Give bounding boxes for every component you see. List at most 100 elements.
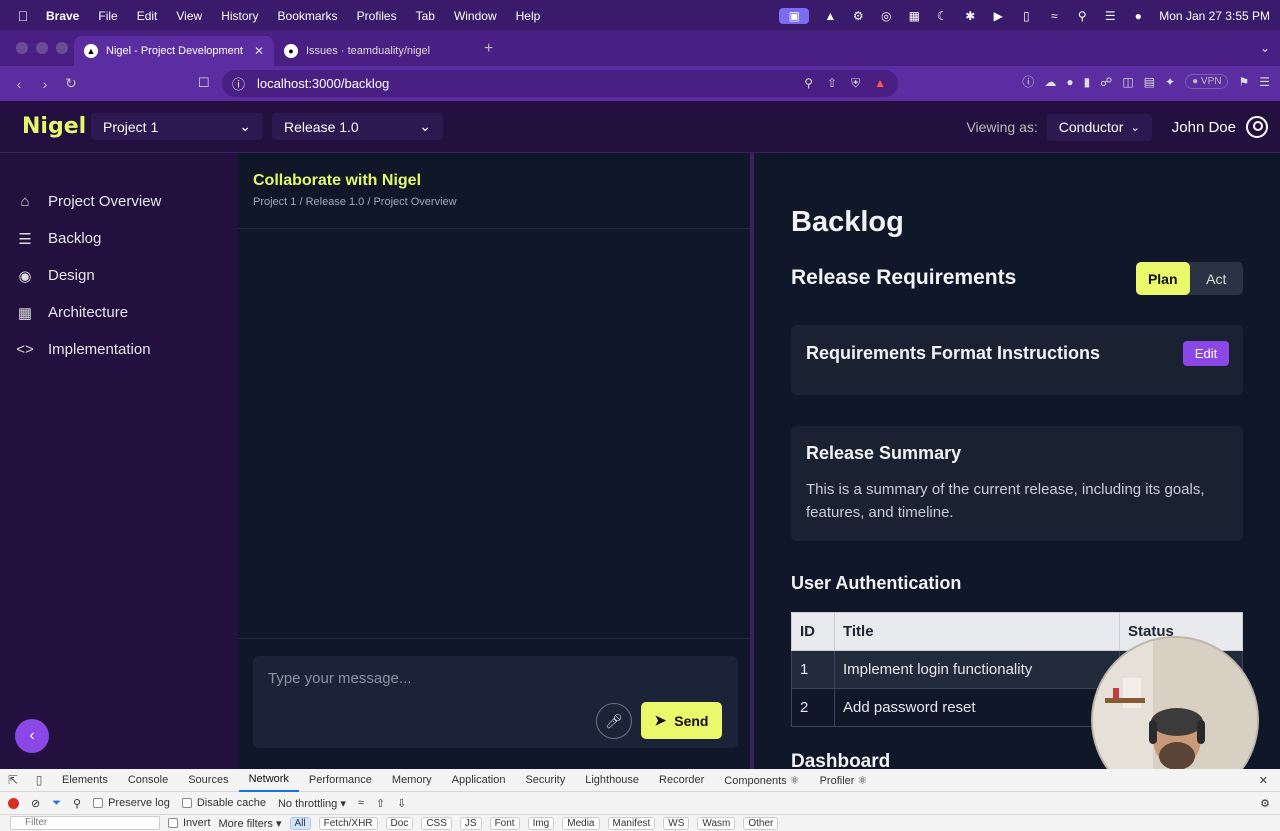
filter-chip-ws[interactable]: WS: [663, 816, 690, 830]
menu-window[interactable]: Window: [454, 9, 497, 23]
throttling-select[interactable]: No throttling ▾: [278, 797, 346, 810]
devtools-tab-recorder[interactable]: Recorder: [649, 769, 714, 792]
filter-chip-js[interactable]: JS: [459, 816, 482, 830]
devtools-tab-console[interactable]: Console: [118, 769, 178, 792]
zoom-window-button[interactable]: [56, 42, 68, 54]
siri-icon[interactable]: ●: [1131, 9, 1145, 23]
sidebar-item-backlog[interactable]: ☰ Backlog: [0, 220, 238, 257]
extensions-puzzle-icon[interactable]: ☍: [1100, 75, 1112, 89]
sidebar-item-architecture[interactable]: ▦ Architecture: [0, 294, 238, 331]
sidebar-item-implementation[interactable]: <> Implementation: [0, 331, 238, 368]
browser-tab-nigel[interactable]: ▲ Nigel - Project Development ✕: [74, 36, 274, 66]
column-header-title[interactable]: Title: [834, 612, 1120, 651]
send-button[interactable]: ➤ Send: [641, 702, 722, 739]
message-input[interactable]: [268, 670, 568, 687]
act-toggle-button[interactable]: Act: [1190, 262, 1244, 295]
share-icon[interactable]: ⇧: [827, 76, 837, 91]
address-bar[interactable]: ⓘ localhost:3000/backlog ⚲ ⇧ ⛨ ▲: [222, 70, 898, 97]
grammarly-icon[interactable]: ◎: [879, 9, 893, 23]
leo-icon[interactable]: ✦: [1165, 75, 1175, 89]
extension-4-icon[interactable]: ▮: [1084, 75, 1091, 89]
extension-2-icon[interactable]: ☁: [1044, 75, 1056, 89]
clear-icon[interactable]: ⊘: [31, 797, 40, 810]
grid-icon[interactable]: ▦: [907, 9, 921, 23]
menu-edit[interactable]: Edit: [137, 9, 158, 23]
filter-chip-wasm[interactable]: Wasm: [697, 816, 736, 830]
new-tab-button[interactable]: +: [474, 40, 493, 66]
close-devtools-icon[interactable]: ✕: [1259, 774, 1280, 787]
site-info-icon[interactable]: ⓘ: [232, 74, 245, 93]
apple-icon[interactable]: : [0, 8, 46, 24]
sidebar-item-design[interactable]: ◉ Design: [0, 257, 238, 294]
edit-button[interactable]: Edit: [1183, 341, 1229, 366]
vpn-button[interactable]: ● VPN: [1185, 74, 1229, 89]
menubar-clock[interactable]: Mon Jan 27 3:55 PM: [1159, 9, 1270, 23]
play-icon[interactable]: ▶: [991, 9, 1005, 23]
devtools-tab-components[interactable]: Components ⚛: [714, 769, 809, 792]
record-icon[interactable]: [8, 797, 19, 809]
device-toolbar-icon[interactable]: ▯: [26, 773, 52, 787]
plan-toggle-button[interactable]: Plan: [1136, 262, 1190, 295]
menu-profiles[interactable]: Profiles: [357, 9, 397, 23]
tab-search-chevron-icon[interactable]: ⌄: [1260, 41, 1270, 55]
devtools-tab-performance[interactable]: Performance: [299, 769, 382, 792]
devtools-tab-security[interactable]: Security: [515, 769, 575, 792]
url-text[interactable]: localhost:3000/backlog: [257, 76, 389, 91]
microphone-button[interactable]: 🎤︎: [596, 703, 632, 739]
sidebar-toggle-icon[interactable]: ◫: [1122, 75, 1133, 89]
search-icon[interactable]: ⚲: [1075, 9, 1089, 23]
battery-icon[interactable]: ▯: [1019, 9, 1033, 23]
extension-1-icon[interactable]: ⓘ: [1022, 73, 1034, 90]
menu-help[interactable]: Help: [516, 9, 541, 23]
bookmark-icon[interactable]: ☐: [198, 75, 210, 91]
reload-icon[interactable]: ↻: [58, 75, 84, 92]
bluetooth-icon[interactable]: ✱: [963, 9, 977, 23]
forward-icon[interactable]: ›: [32, 76, 58, 92]
filter-chip-doc[interactable]: Doc: [385, 816, 414, 830]
back-icon[interactable]: ‹: [6, 76, 32, 92]
network-settings-gear-icon[interactable]: ⚙: [1260, 797, 1280, 810]
menu-history[interactable]: History: [221, 9, 258, 23]
inspect-element-icon[interactable]: ⇱: [0, 773, 26, 787]
menu-view[interactable]: View: [176, 9, 202, 23]
menu-app-brave[interactable]: Brave: [46, 9, 79, 23]
network-conditions-icon[interactable]: ≈: [358, 797, 364, 809]
search-icon[interactable]: ⚲: [73, 797, 81, 810]
filter-chip-img[interactable]: Img: [527, 816, 555, 830]
filter-chip-media[interactable]: Media: [562, 816, 600, 830]
gear-icon[interactable]: ⚙: [851, 9, 865, 23]
filter-chip-other[interactable]: Other: [743, 816, 779, 830]
invert-checkbox[interactable]: Invert: [168, 817, 211, 829]
filter-chip-font[interactable]: Font: [489, 816, 520, 830]
menu-tab[interactable]: Tab: [416, 9, 435, 23]
devtools-tab-memory[interactable]: Memory: [382, 769, 442, 792]
collapse-sidebar-button[interactable]: ‹: [15, 719, 49, 753]
minimize-window-button[interactable]: [36, 42, 48, 54]
sidebar-item-project-overview[interactable]: ⌂ Project Overview: [0, 183, 238, 220]
menu-file[interactable]: File: [98, 9, 117, 23]
browser-menu-icon[interactable]: ☰: [1259, 75, 1270, 89]
close-window-button[interactable]: [16, 42, 28, 54]
devtools-tab-lighthouse[interactable]: Lighthouse: [575, 769, 649, 792]
filter-chip-css[interactable]: CSS: [421, 816, 452, 830]
filter-chip-all[interactable]: All: [289, 816, 311, 830]
nigel-logo[interactable]: Nigel: [22, 114, 91, 139]
disable-cache-checkbox[interactable]: Disable cache: [181, 797, 266, 809]
filter-input[interactable]: Filter: [10, 816, 160, 830]
user-avatar-icon[interactable]: [1246, 116, 1268, 138]
wallet-icon[interactable]: ▤: [1144, 75, 1155, 89]
flag-icon[interactable]: ⚑: [1238, 75, 1249, 89]
export-har-icon[interactable]: ⇩: [397, 797, 406, 810]
user-name[interactable]: John Doe: [1172, 119, 1236, 136]
devtools-tab-sources[interactable]: Sources: [178, 769, 238, 792]
menu-bookmarks[interactable]: Bookmarks: [278, 9, 338, 23]
screen-share-icon[interactable]: ▣: [779, 7, 810, 24]
devtools-tab-elements[interactable]: Elements: [52, 769, 118, 792]
filter-icon[interactable]: ⏷: [52, 797, 61, 810]
wifi-icon[interactable]: ≈: [1047, 9, 1061, 23]
devtools-tab-application[interactable]: Application: [442, 769, 516, 792]
moon-icon[interactable]: ☾: [935, 9, 949, 23]
preserve-log-checkbox[interactable]: Preserve log: [93, 797, 170, 809]
more-filters-dropdown[interactable]: More filters ▾: [219, 817, 282, 830]
zoom-icon[interactable]: ⚲: [804, 76, 813, 91]
